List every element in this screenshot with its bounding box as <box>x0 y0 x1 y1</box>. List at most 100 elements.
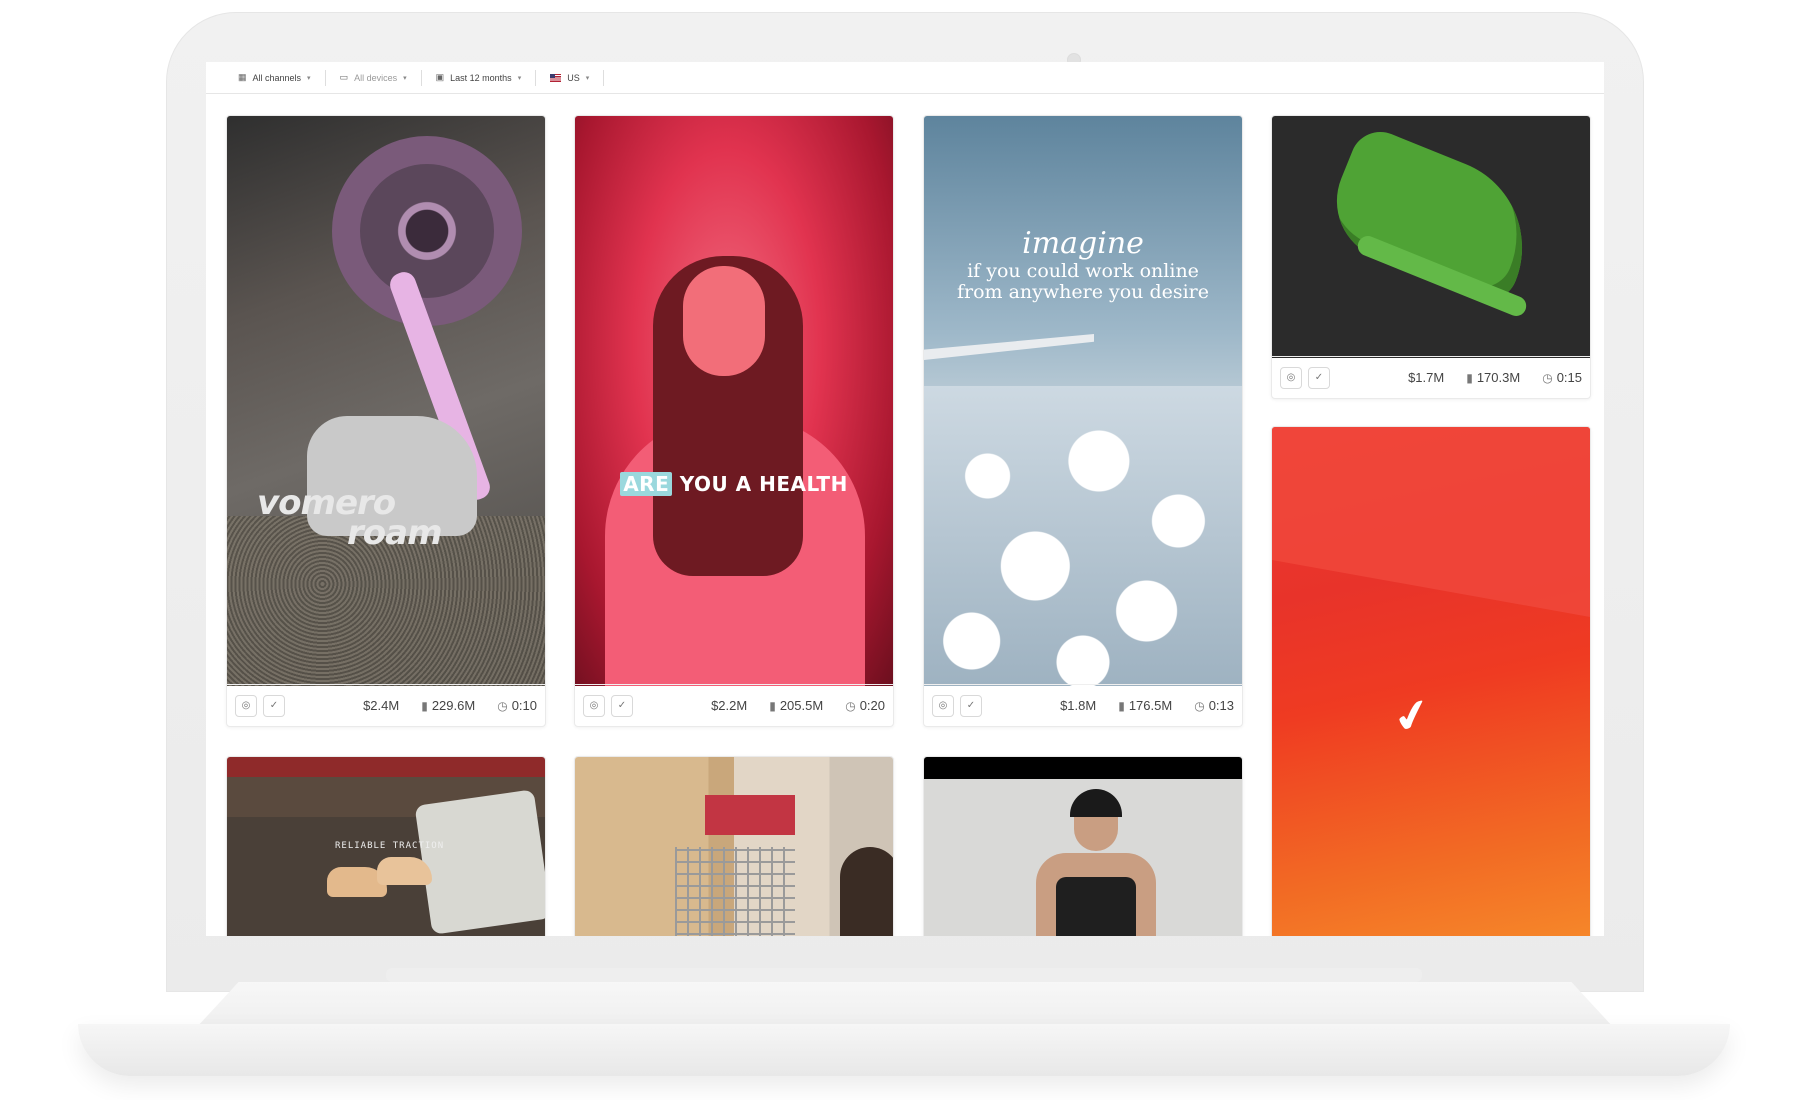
ad-card-dance[interactable] <box>923 756 1243 936</box>
spend-stat: $2.2M <box>711 698 747 713</box>
ad-card-kitchen[interactable]: RELIABLE TRACTION <box>226 756 546 936</box>
views-value: 205.5M <box>779 698 824 713</box>
overlay-text: RELIABLE TRACTION <box>335 841 445 851</box>
overlay-line: from anywhere you desire <box>956 281 1210 303</box>
swoosh-icon[interactable]: ✓ <box>960 694 982 717</box>
ad-card-sky[interactable]: imagine if you could work online from an… <box>923 115 1243 727</box>
laptop-notch <box>386 968 1422 982</box>
grid-icon: ▦ <box>238 72 247 82</box>
views-stat: ▮ 176.5M <box>1118 698 1172 713</box>
ad-card-nike-swoosh[interactable]: ✔ <box>1271 426 1591 936</box>
play-clock-icon: ◷ <box>845 698 856 713</box>
duration-value: 0:13 <box>1208 698 1234 713</box>
us-flag-icon <box>550 73 562 82</box>
ad-stats: ◎ ✓ $1.8M ▮ 176.5M ◷ 0:13 <box>924 684 1242 726</box>
sneaker-right <box>377 857 432 885</box>
filter-bar: ▦ All channels ▾ ▭ All devices ▾ ▣ Last … <box>206 62 1604 94</box>
spend-stat: $1.7M <box>1408 370 1444 385</box>
ad-card-shelf[interactable] <box>574 756 894 936</box>
calendar-icon: ▣ <box>435 72 445 82</box>
play-clock-icon: ◷ <box>497 698 508 713</box>
overlay-text: vomero roam <box>257 486 442 550</box>
overlay-title: imagine <box>1022 226 1144 261</box>
filter-channels[interactable]: ▦ All channels ▾ <box>224 69 326 86</box>
chevron-down-icon: ▾ <box>307 74 311 82</box>
clouds <box>924 386 1242 686</box>
filter-devices-label: All devices <box>354 72 398 83</box>
spend-stat: $2.4M <box>363 698 399 713</box>
ad-thumbnail[interactable]: vomero roam <box>227 116 545 686</box>
filter-country[interactable]: US ▾ <box>536 69 605 86</box>
duration-stat: ◷ 0:20 <box>845 698 885 713</box>
duration-stat: ◷ 0:13 <box>1194 698 1234 713</box>
spend-stat: $1.8M <box>1060 698 1096 713</box>
views-stat: ▮ 170.3M <box>1466 370 1520 385</box>
duration-stat: ◷ 0:10 <box>497 698 537 713</box>
face-shape <box>683 266 765 376</box>
devices-icon: ▭ <box>339 72 349 82</box>
ad-thumbnail[interactable] <box>924 757 1242 936</box>
ad-stats: ◎ ✓ $1.7M ▮ 170.3M ◷ 0:15 <box>1272 356 1590 398</box>
spend-value: $1.8M <box>1060 698 1097 713</box>
views-stat: ▮ 205.5M <box>769 698 823 713</box>
ad-stats: ◎ ✓ $2.4M ▮ 229.6M ◷ 0:10 <box>227 684 545 726</box>
duration-value: 0:10 <box>511 698 537 713</box>
swoosh-icon[interactable]: ✓ <box>1308 366 1330 389</box>
ad-thumbnail[interactable]: ✔ <box>1272 427 1590 936</box>
spend-value: $2.2M <box>711 698 748 713</box>
hair-shape <box>1070 789 1122 817</box>
overlay-line: if you could work online <box>967 260 1199 282</box>
target-icon[interactable]: ◎ <box>583 694 605 717</box>
play-clock-icon: ◷ <box>1542 370 1553 385</box>
chevron-down-icon: ▾ <box>403 74 407 82</box>
swoosh-icon[interactable]: ✓ <box>611 694 633 717</box>
caption-highlight: ARE <box>620 472 673 496</box>
ad-thumbnail[interactable]: ARE YOU A HEALTH <box>575 116 893 686</box>
ad-stats: ◎ ✓ $2.2M ▮ 205.5M ◷ 0:20 <box>575 684 893 726</box>
chevron-down-icon: ▾ <box>585 74 590 82</box>
duration-value: 0:15 <box>1556 370 1582 385</box>
wire-basket <box>675 847 795 936</box>
views-stat: ▮ 229.6M <box>421 698 475 713</box>
filter-channels-label: All channels <box>252 72 302 83</box>
nike-swoosh-logo-icon: ✔ <box>1388 687 1437 746</box>
target-icon[interactable]: ◎ <box>1280 366 1302 389</box>
duration-value: 0:20 <box>859 698 885 713</box>
ad-card-vomero[interactable]: vomero roam ◎ ✓ $2.4M ▮ 229.6M ◷ 0:10 <box>226 115 546 727</box>
pedal-wheel <box>332 136 522 326</box>
bar-chart-icon: ▮ <box>1466 370 1473 385</box>
play-clock-icon: ◷ <box>1194 698 1205 713</box>
caption-text: ARE YOU A HEALTH <box>575 472 893 496</box>
bar-chart-icon: ▮ <box>1118 698 1125 713</box>
ad-card-shoe[interactable]: ◎ ✓ $1.7M ▮ 170.3M ◷ 0:15 <box>1271 115 1591 399</box>
grocery-bag <box>414 789 545 935</box>
bar-chart-icon: ▮ <box>769 698 776 713</box>
target-icon[interactable]: ◎ <box>235 694 257 717</box>
views-value: 170.3M <box>1476 370 1521 385</box>
views-value: 176.5M <box>1128 698 1173 713</box>
spend-value: $1.7M <box>1408 370 1445 385</box>
red-box <box>705 795 795 835</box>
bar-chart-icon: ▮ <box>421 698 428 713</box>
laptop-base <box>78 1024 1730 1076</box>
caption-rest: YOU A HEALTH <box>672 472 848 496</box>
filter-country-label: US <box>567 72 580 83</box>
views-value: 229.6M <box>431 698 476 713</box>
sports-top <box>1056 877 1136 936</box>
ad-thumbnail[interactable]: RELIABLE TRACTION <box>227 757 545 936</box>
filter-date-range-label: Last 12 months <box>450 72 512 83</box>
chevron-down-icon: ▾ <box>517 74 522 82</box>
duration-stat: ◷ 0:15 <box>1542 370 1582 385</box>
filter-devices[interactable]: ▭ All devices ▾ <box>326 69 422 86</box>
target-icon[interactable]: ◎ <box>932 694 954 717</box>
ad-thumbnail[interactable] <box>1272 116 1590 358</box>
swoosh-icon[interactable]: ✓ <box>263 694 285 717</box>
filter-date-range[interactable]: ▣ Last 12 months ▾ <box>422 69 537 86</box>
person-shape <box>840 847 893 936</box>
airplane-wing <box>924 334 1094 360</box>
ad-card-health[interactable]: ARE YOU A HEALTH ◎ ✓ $2.2M ▮ 205.5M ◷ 0:20 <box>574 115 894 727</box>
ad-thumbnail[interactable] <box>575 757 893 936</box>
ad-thumbnail[interactable]: imagine if you could work online from an… <box>924 116 1242 686</box>
spend-value: $2.4M <box>363 698 400 713</box>
overlay-text: imagine if you could work online from an… <box>924 226 1242 303</box>
